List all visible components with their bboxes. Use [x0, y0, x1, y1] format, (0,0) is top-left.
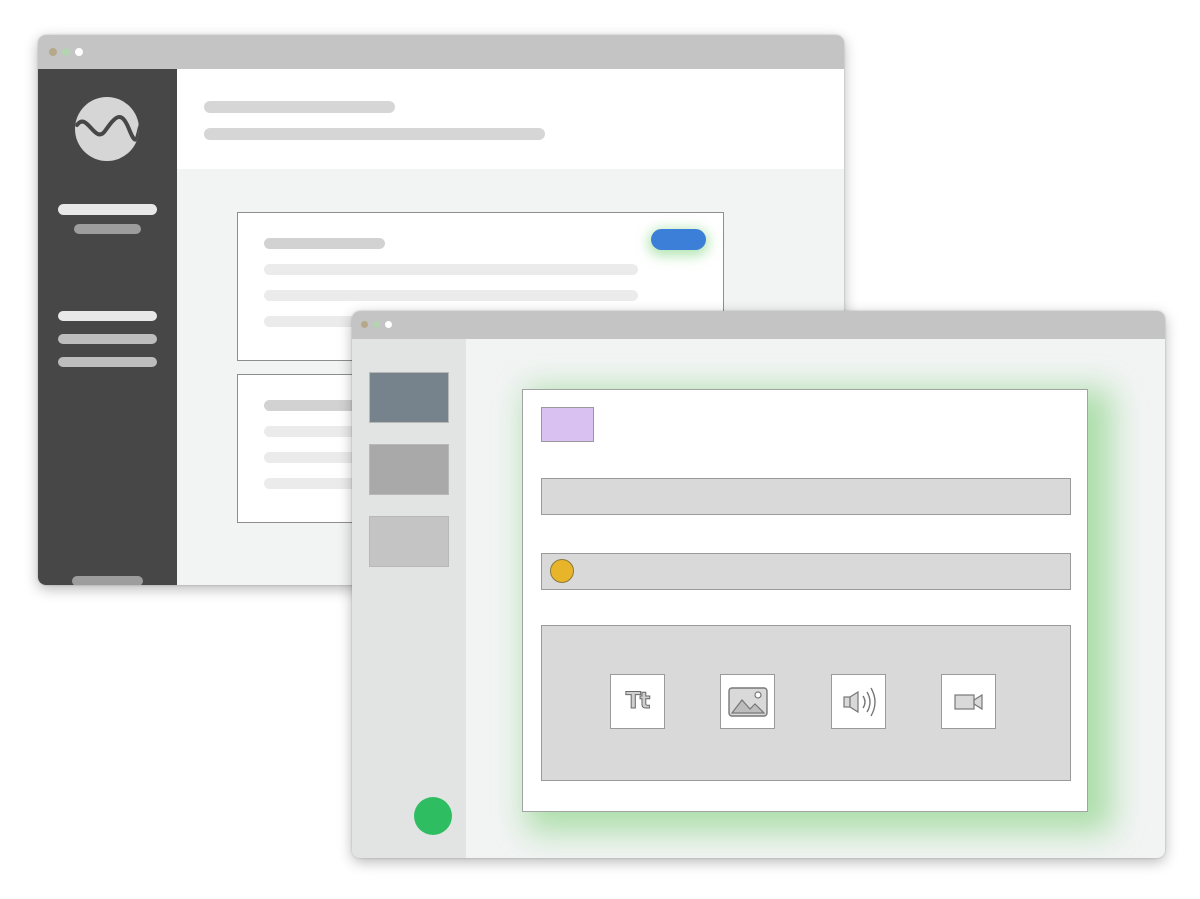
- status-field[interactable]: [541, 553, 1071, 590]
- card-line-placeholder: [264, 264, 638, 275]
- audio-tool-button[interactable]: [831, 674, 886, 729]
- tag-chip[interactable]: [541, 407, 594, 442]
- title-input-field[interactable]: [541, 478, 1071, 515]
- video-camera-icon: [953, 693, 983, 710]
- profile-name-placeholder: [58, 204, 157, 215]
- sidebar-footer-item[interactable]: [72, 576, 143, 585]
- maximize-dot[interactable]: [75, 48, 83, 56]
- back-titlebar: [38, 35, 844, 69]
- audio-icon: [842, 687, 876, 716]
- card-title-placeholder: [264, 238, 385, 249]
- minimize-dot[interactable]: [62, 48, 70, 56]
- sidebar-nav-item-3[interactable]: [58, 357, 157, 367]
- video-tool-button[interactable]: [941, 674, 996, 729]
- primary-action-button[interactable]: [651, 229, 706, 250]
- image-icon: [727, 686, 768, 717]
- page-subtitle-placeholder: [204, 128, 545, 140]
- logo-wave-icon: [75, 97, 139, 161]
- sidebar-nav-item-1[interactable]: [58, 311, 157, 321]
- image-tool-button[interactable]: [720, 674, 775, 729]
- front-titlebar: [352, 311, 1165, 339]
- front-window: Tt: [352, 311, 1165, 858]
- sidebar-nav-item-2[interactable]: [58, 334, 157, 344]
- close-dot[interactable]: [49, 48, 57, 56]
- status-dot-icon: [550, 559, 574, 583]
- profile-role-placeholder: [74, 224, 141, 234]
- slide-thumbnail[interactable]: [369, 516, 449, 567]
- add-button[interactable]: [414, 797, 452, 835]
- close-dot[interactable]: [361, 321, 368, 328]
- back-sidebar: [38, 69, 177, 585]
- editor-panel: Tt: [522, 389, 1088, 812]
- text-icon: Tt: [625, 689, 650, 715]
- front-sidebar: [352, 339, 466, 858]
- back-page-header: [177, 69, 844, 169]
- maximize-dot[interactable]: [385, 321, 392, 328]
- page-title-placeholder: [204, 101, 395, 113]
- card-line-placeholder: [264, 290, 638, 301]
- media-insert-area: Tt: [541, 625, 1071, 781]
- slide-thumbnail-selected[interactable]: [369, 372, 449, 423]
- minimize-dot[interactable]: [373, 321, 380, 328]
- text-tool-button[interactable]: Tt: [610, 674, 665, 729]
- slide-thumbnail[interactable]: [369, 444, 449, 495]
